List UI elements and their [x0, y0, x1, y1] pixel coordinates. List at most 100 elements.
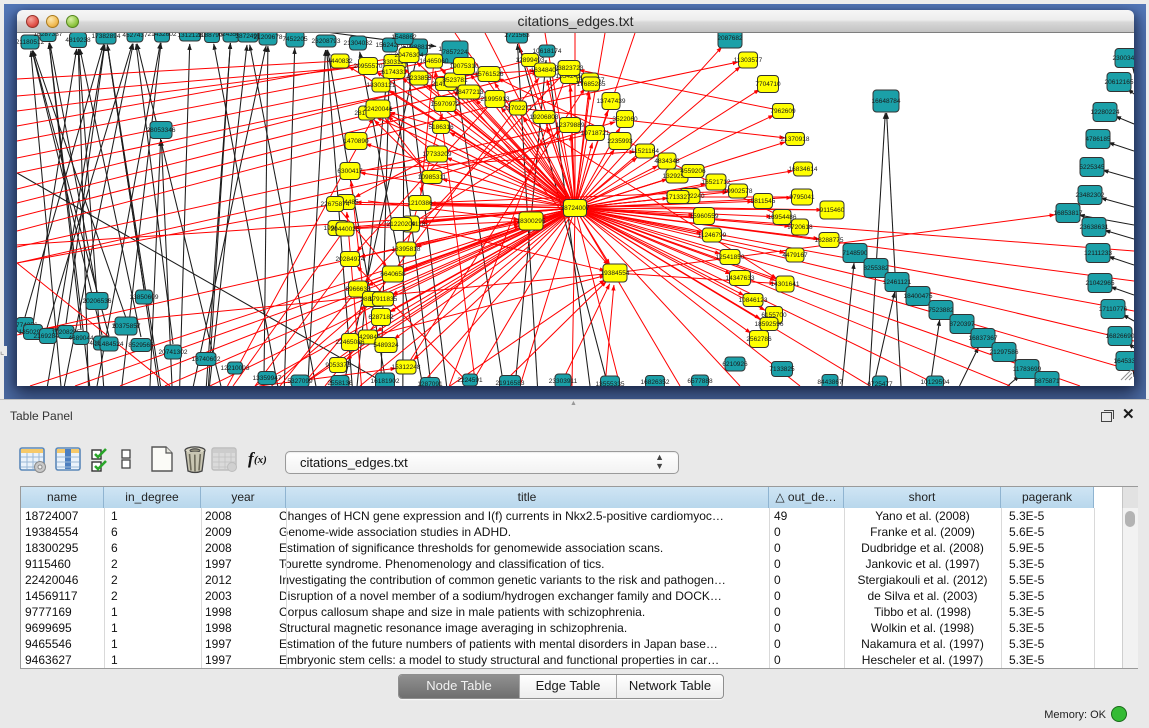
svg-text:16648784: 16648784: [872, 98, 901, 105]
svg-text:17911835: 17911835: [369, 296, 398, 303]
svg-text:22465086: 22465086: [336, 339, 365, 346]
svg-text:2224591: 2224591: [457, 377, 483, 384]
svg-text:4819238: 4819238: [65, 37, 91, 44]
svg-text:10129594: 10129594: [921, 379, 950, 386]
svg-text:8443867: 8443867: [817, 379, 843, 386]
svg-text:16834614: 16834614: [789, 166, 818, 173]
svg-text:14347633: 14347633: [726, 275, 755, 282]
svg-text:16853817: 16853817: [1054, 210, 1083, 217]
svg-text:18400475: 18400475: [904, 293, 933, 300]
svg-text:21484524: 21484524: [95, 341, 124, 348]
svg-text:21220209: 21220209: [387, 221, 416, 228]
svg-text:6300417: 6300417: [337, 168, 363, 175]
svg-text:22702271: 22702271: [504, 105, 533, 112]
svg-text:6577888: 6577888: [687, 378, 713, 385]
svg-text:4786185: 4786185: [1085, 136, 1111, 143]
svg-text:8720397: 8720397: [949, 321, 975, 328]
svg-text:20612165: 20612165: [1105, 79, 1134, 86]
svg-text:20741302: 20741302: [159, 349, 188, 356]
svg-text:19206803: 19206803: [530, 114, 559, 121]
svg-text:6640658: 6640658: [380, 271, 406, 278]
svg-text:18740602: 18740602: [192, 356, 221, 363]
svg-text:16287337: 16287337: [34, 33, 63, 38]
svg-text:7452205: 7452205: [282, 36, 308, 43]
svg-text:18477213: 18477213: [455, 89, 484, 96]
svg-text:11246799: 11246799: [698, 232, 727, 239]
svg-text:20955570: 20955570: [354, 63, 383, 70]
svg-text:(x): (x): [254, 454, 267, 466]
svg-text:2721563: 2721563: [504, 33, 530, 39]
svg-text:13395818: 13395818: [392, 246, 421, 253]
svg-text:12461121: 12461121: [883, 279, 912, 286]
svg-text:7962609: 7962609: [770, 108, 796, 115]
svg-text:21995913: 21995913: [481, 96, 510, 103]
svg-text:5327099: 5327099: [287, 378, 313, 385]
svg-text:1287091: 1287091: [417, 381, 443, 386]
svg-text:2562786: 2562786: [746, 336, 772, 343]
svg-text:12280224: 12280224: [1091, 109, 1120, 116]
svg-text:15970972: 15970972: [431, 101, 460, 108]
svg-text:5811545: 5811545: [751, 198, 776, 205]
svg-text:18724007: 18724007: [561, 205, 590, 212]
svg-text:10375857: 10375857: [112, 323, 141, 330]
svg-text:21304032: 21304032: [344, 40, 373, 47]
svg-text:17733209: 17733209: [423, 151, 452, 158]
svg-text:6233853: 6233853: [406, 75, 432, 82]
svg-text:4527437: 4527437: [122, 33, 148, 39]
svg-text:10846123: 10846123: [739, 297, 768, 304]
svg-text:4559206: 4559206: [680, 168, 706, 175]
svg-text:6174331: 6174331: [381, 69, 407, 76]
svg-text:11521164: 11521164: [631, 148, 659, 155]
svg-text:12541850: 12541850: [716, 254, 745, 261]
svg-text:4440832: 4440832: [327, 58, 353, 65]
svg-text:23303911: 23303911: [549, 378, 578, 385]
svg-text:13555335: 13555335: [596, 381, 625, 386]
svg-text:13359947: 13359947: [253, 375, 282, 382]
svg-text:2235993: 2235993: [607, 138, 633, 145]
svg-text:12210093: 12210093: [221, 365, 250, 372]
svg-text:10718721: 10718721: [581, 130, 610, 137]
svg-text:18300295: 18300295: [517, 218, 546, 225]
svg-text:15312248: 15312248: [392, 364, 421, 371]
svg-text:19075310: 19075310: [450, 63, 479, 70]
svg-text:8523781: 8523781: [442, 77, 468, 84]
svg-text:7523882: 7523882: [928, 307, 954, 314]
svg-text:21916583: 21916583: [496, 380, 525, 386]
svg-text:15960559: 15960559: [690, 213, 719, 220]
svg-text:9795041: 9795041: [789, 194, 815, 201]
svg-text:20440025: 20440025: [331, 226, 360, 233]
svg-text:21370918: 21370918: [781, 136, 810, 143]
svg-text:16453359: 16453359: [1114, 358, 1134, 365]
svg-text:2087682: 2087682: [717, 35, 743, 42]
svg-text:21209678: 21209678: [254, 34, 283, 41]
svg-text:7857224: 7857224: [442, 49, 468, 56]
svg-text:16521712: 16521712: [702, 179, 731, 186]
svg-text:8255382: 8255382: [863, 265, 889, 272]
svg-text:16465060: 16465060: [420, 58, 449, 65]
svg-text:7704710: 7704710: [755, 81, 781, 88]
svg-text:17382894: 17382894: [92, 33, 121, 40]
svg-text:7133825: 7133825: [769, 366, 795, 373]
svg-text:6287182: 6287182: [368, 314, 394, 321]
svg-text:23638631: 23638631: [1080, 224, 1109, 231]
svg-text:16181902: 16181902: [371, 378, 400, 385]
svg-text:20206536: 20206536: [83, 298, 112, 305]
svg-text:12111233: 12111233: [1084, 250, 1112, 257]
svg-text:9053375: 9053375: [325, 362, 351, 369]
svg-text:4834348: 4834348: [654, 158, 680, 165]
svg-text:16837367: 16837367: [969, 335, 998, 342]
svg-text:13303121: 13303121: [367, 82, 396, 89]
svg-text:10985311: 10985311: [418, 174, 447, 181]
svg-text:5186316: 5186316: [428, 124, 454, 131]
svg-text:15761526: 15761526: [475, 71, 504, 78]
svg-text:19384554: 19384554: [601, 270, 630, 277]
svg-text:1470890: 1470890: [343, 138, 369, 145]
svg-text:16826352: 16826352: [641, 379, 670, 386]
svg-text:7148590: 7148590: [842, 250, 868, 257]
svg-text:6210926: 6210926: [722, 361, 748, 368]
svg-text:13747439: 13747439: [597, 98, 626, 105]
svg-text:23482302: 23482302: [1076, 192, 1105, 199]
svg-text:23823723: 23823723: [555, 65, 584, 72]
svg-text:4479167: 4479167: [782, 252, 808, 259]
svg-text:28053346: 28053346: [147, 127, 176, 134]
